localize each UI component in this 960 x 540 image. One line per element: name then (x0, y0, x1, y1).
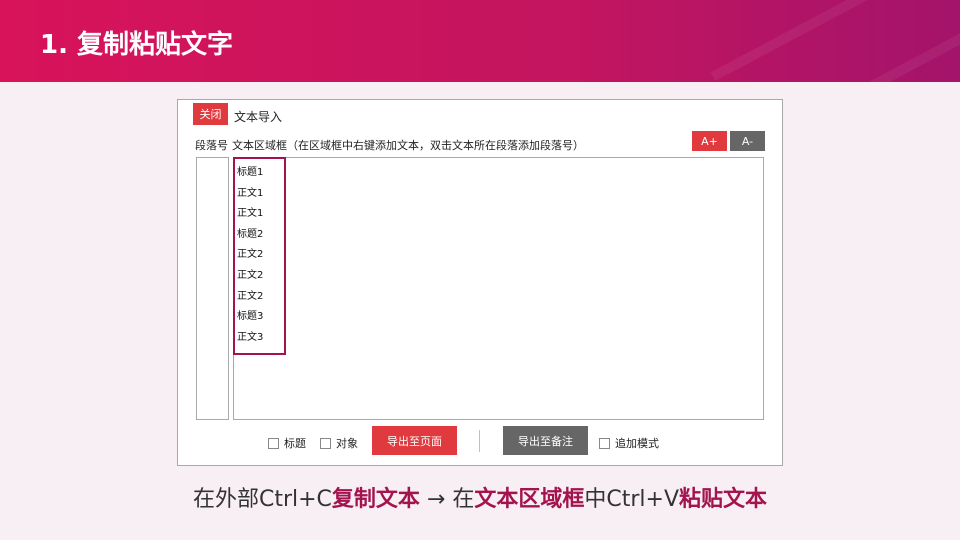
paragraph-number-label: 段落号 (195, 139, 228, 152)
footer-divider (479, 430, 480, 452)
title-checkbox[interactable]: 标题 (268, 435, 306, 451)
export-to-page-button[interactable]: 导出至页面 (372, 426, 457, 455)
paragraph-number-box[interactable] (196, 157, 229, 420)
caption-highlight: 粘贴文本 (679, 487, 768, 512)
caption-highlight: 复制文本 (331, 487, 420, 512)
caption-part: → 在 (419, 487, 475, 512)
font-increase-button[interactable]: A+ (692, 131, 727, 151)
text-import-dialog: 关闭 文本导入 段落号 文本区域框（在区域框中右键添加文本，双击文本所在段落添加… (177, 99, 783, 466)
close-button[interactable]: 关闭 (193, 103, 228, 125)
append-mode-checkbox[interactable]: 追加模式 (599, 435, 659, 451)
text-area[interactable] (233, 157, 764, 420)
instruction-caption: 在外部Ctrl+C复制文本 → 在文本区域框中Ctrl+V粘贴文本 (0, 481, 960, 513)
export-to-notes-button[interactable]: 导出至备注 (503, 426, 588, 455)
dialog-title: 文本导入 (234, 110, 283, 124)
append-mode-label: 追加模式 (615, 437, 659, 450)
slide-title: 1. 复制粘贴文字 (40, 30, 234, 60)
header-decoration (710, 0, 910, 82)
font-decrease-button[interactable]: A- (730, 131, 765, 151)
checkbox-box[interactable] (320, 437, 331, 449)
object-checkbox-label: 对象 (336, 437, 358, 450)
object-checkbox[interactable]: 对象 (320, 435, 358, 451)
pasted-text-highlight (233, 157, 286, 355)
title-checkbox-label: 标题 (284, 437, 306, 450)
caption-part: 中Ctrl+V (584, 487, 680, 512)
text-area-label: 文本区域框（在区域框中右键添加文本，双击文本所在段落添加段落号） (232, 139, 584, 152)
checkbox-box[interactable] (268, 437, 279, 449)
caption-part: 在外部Ctrl+C (192, 487, 332, 512)
slide-header: 1. 复制粘贴文字 (0, 0, 960, 82)
header-decoration (830, 0, 960, 82)
dialog-footer: 标题 对象 导出至页面 导出至备注 追加模式 (178, 426, 784, 458)
caption-highlight: 文本区域框 (474, 487, 585, 512)
checkbox-box[interactable] (599, 437, 610, 449)
